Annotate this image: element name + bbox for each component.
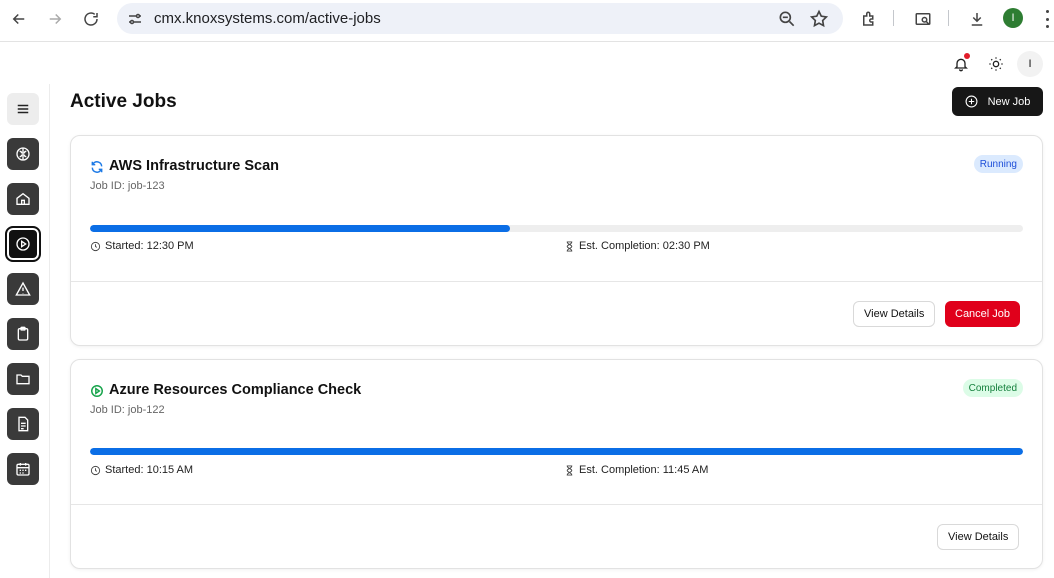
new-job-label: New Job bbox=[987, 95, 1031, 108]
calendar-icon bbox=[16, 463, 30, 476]
page-title: Active Jobs bbox=[70, 91, 177, 112]
est-completion-time: Est. Completion: 02:30 PM bbox=[564, 240, 710, 252]
plus-circle-icon bbox=[965, 95, 978, 108]
hourglass-icon bbox=[566, 464, 573, 476]
back-arrow-icon[interactable] bbox=[8, 8, 30, 30]
url-text[interactable]: cmx.knoxsystems.com/active-jobs bbox=[154, 10, 381, 27]
started-time: Started: 10:15 AM bbox=[90, 464, 193, 476]
hourglass-icon bbox=[566, 240, 573, 252]
sidebar-item-ai[interactable] bbox=[7, 138, 39, 170]
forward-arrow-icon[interactable] bbox=[44, 8, 66, 30]
extensions-icon[interactable] bbox=[858, 8, 880, 30]
cancel-job-button[interactable]: Cancel Job bbox=[945, 301, 1021, 327]
sun-icon[interactable] bbox=[986, 54, 1006, 74]
started-label: Started: 10:15 AM bbox=[105, 464, 194, 476]
play-circle-icon bbox=[16, 237, 30, 251]
sidebar-item-reports[interactable] bbox=[7, 408, 39, 440]
progress-bar bbox=[90, 448, 1023, 455]
site-settings-icon[interactable] bbox=[126, 10, 144, 28]
folder-icon bbox=[16, 374, 30, 385]
browser-toolbar: cmx.knoxsystems.com/active-jobs I bbox=[0, 0, 1054, 42]
bookmark-star-icon[interactable] bbox=[809, 9, 829, 29]
sidebar-item-tasks[interactable] bbox=[7, 318, 39, 350]
clipboard-icon bbox=[17, 326, 29, 341]
job-card: AWS Infrastructure Scan Job ID: job-123 … bbox=[70, 135, 1043, 346]
notification-dot bbox=[964, 53, 970, 59]
sidebar-item-schedule[interactable] bbox=[7, 453, 39, 485]
view-details-button[interactable]: View Details bbox=[937, 524, 1020, 550]
clock-icon bbox=[90, 241, 101, 251]
sidebar-item-files[interactable] bbox=[7, 363, 39, 395]
menu-toggle-button[interactable] bbox=[7, 93, 39, 125]
refresh-icon bbox=[91, 161, 103, 173]
est-completion-label: Est. Completion: 11:45 AM bbox=[579, 464, 709, 476]
tab-search-icon[interactable] bbox=[912, 8, 934, 30]
warning-icon bbox=[15, 281, 31, 296]
card-divider bbox=[71, 281, 1042, 282]
document-icon bbox=[18, 416, 29, 432]
job-title: Azure Resources Compliance Check bbox=[109, 382, 362, 398]
status-badge: Running bbox=[973, 155, 1023, 173]
sidebar-item-active-jobs[interactable] bbox=[5, 226, 41, 262]
toolbar-divider bbox=[893, 10, 894, 26]
new-job-button[interactable]: New Job bbox=[952, 87, 1043, 116]
progress-bar bbox=[90, 225, 1023, 232]
browser-profile-avatar[interactable]: I bbox=[1003, 8, 1023, 28]
play-circle-icon bbox=[91, 385, 103, 397]
job-title: AWS Infrastructure Scan bbox=[109, 158, 280, 174]
started-label: Started: 12:30 PM bbox=[105, 240, 194, 252]
status-badge: Completed bbox=[962, 379, 1023, 397]
hamburger-icon bbox=[17, 104, 29, 114]
user-avatar[interactable]: I bbox=[1017, 51, 1043, 77]
est-completion-label: Est. Completion: 02:30 PM bbox=[579, 240, 710, 252]
clock-icon bbox=[90, 465, 101, 475]
zoom-icon[interactable] bbox=[777, 9, 797, 29]
job-id: Job ID: job-122 bbox=[90, 404, 165, 416]
sidebar-item-alerts[interactable] bbox=[7, 273, 39, 305]
download-icon[interactable] bbox=[966, 8, 988, 30]
job-id: Job ID: job-123 bbox=[90, 180, 165, 192]
address-bar[interactable]: cmx.knoxsystems.com/active-jobs bbox=[117, 3, 843, 34]
card-divider bbox=[71, 504, 1042, 505]
reload-icon[interactable] bbox=[80, 8, 102, 30]
job-card: Azure Resources Compliance Check Job ID:… bbox=[70, 359, 1043, 569]
est-completion-time: Est. Completion: 11:45 AM bbox=[564, 464, 708, 476]
browser-menu-icon[interactable] bbox=[1044, 10, 1050, 28]
toolbar-divider bbox=[948, 10, 949, 26]
home-icon bbox=[16, 192, 30, 205]
brain-icon bbox=[16, 147, 30, 161]
progress-fill bbox=[90, 225, 510, 232]
view-details-button[interactable]: View Details bbox=[853, 301, 936, 327]
progress-fill bbox=[90, 448, 1023, 455]
sidebar-item-home[interactable] bbox=[7, 183, 39, 215]
started-time: Started: 12:30 PM bbox=[90, 240, 194, 252]
sidebar bbox=[0, 84, 50, 578]
